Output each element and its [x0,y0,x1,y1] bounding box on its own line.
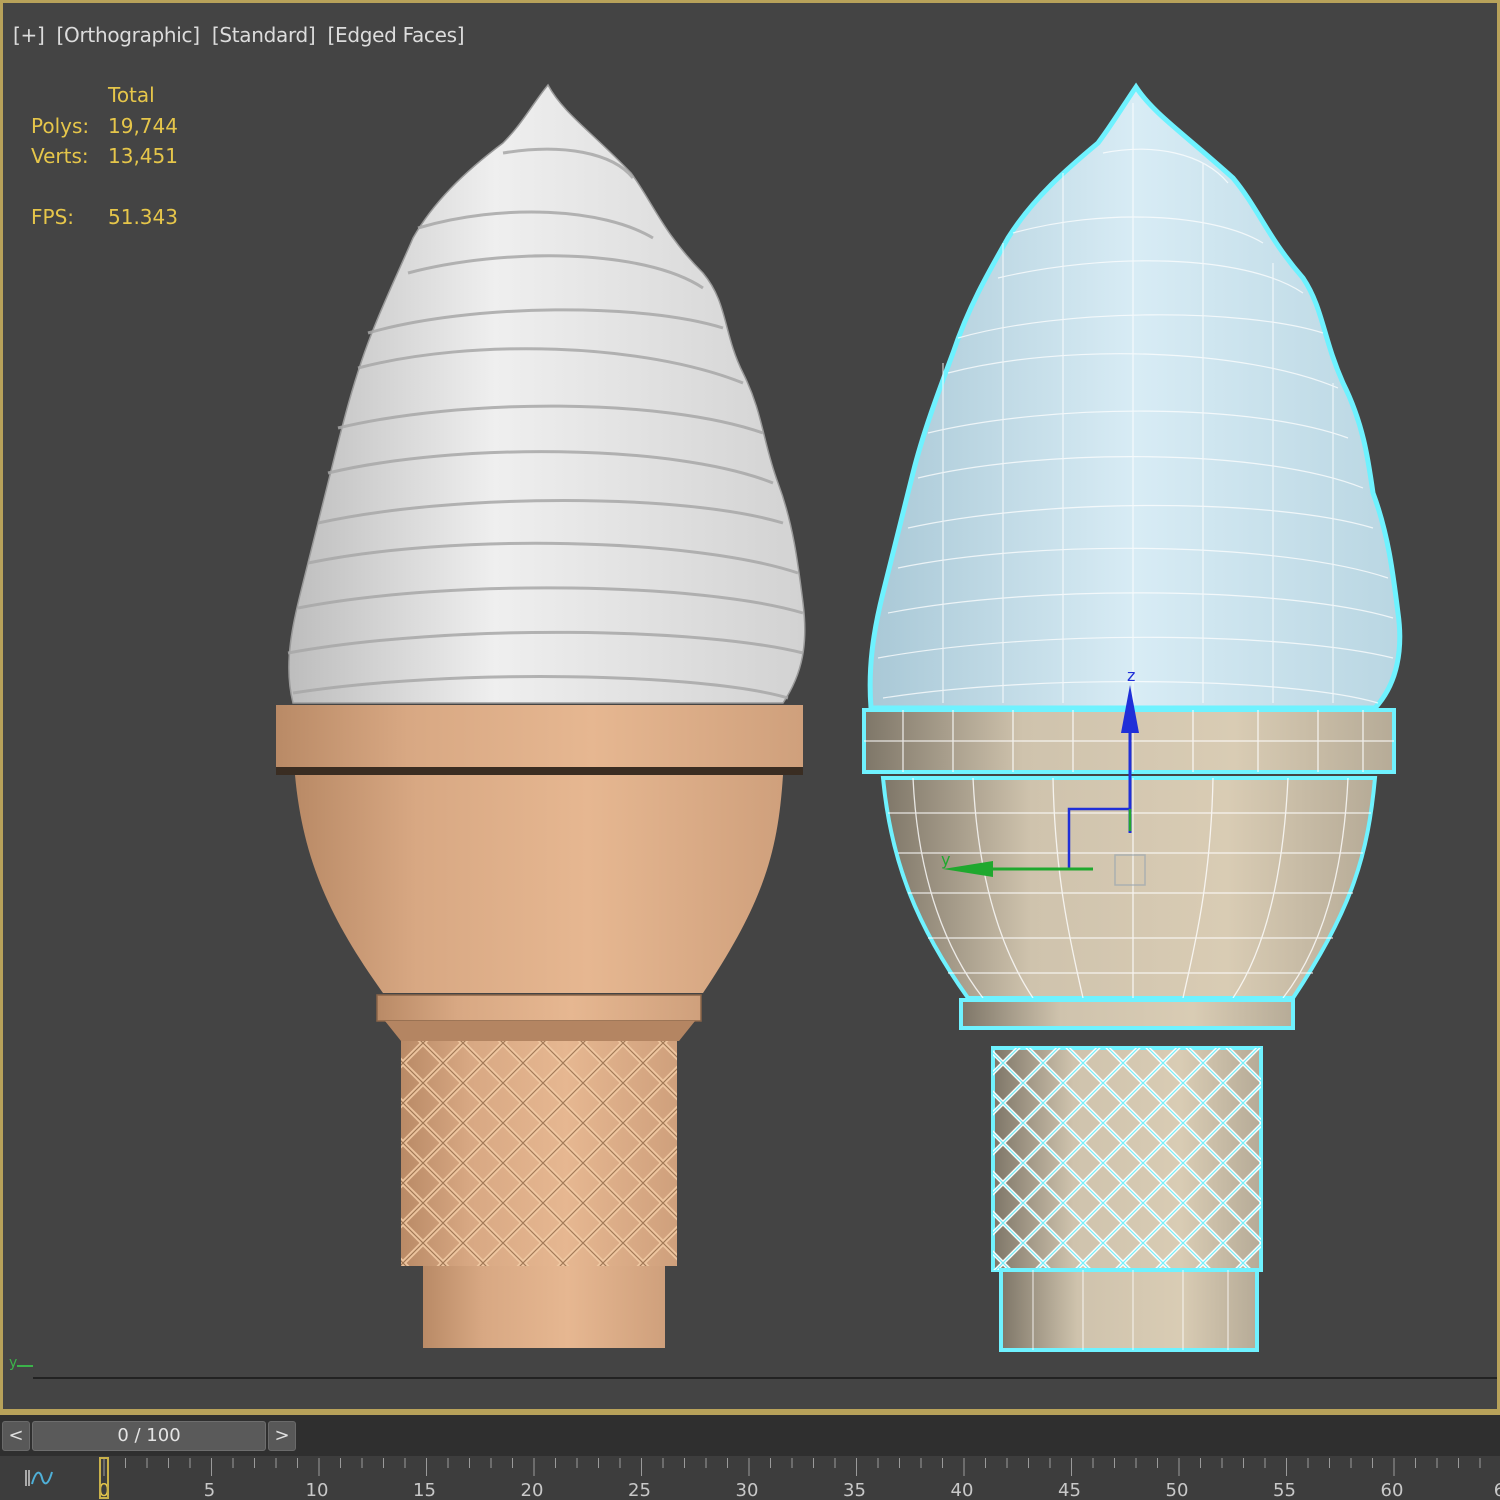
orthographic-viewport[interactable]: [+] [Orthographic] [Standard] [Edged Fac… [0,0,1500,1412]
cone-bowl-shaded [295,775,783,993]
cone-band-wireframe [959,998,1295,1030]
ruler-tick-label: 6 [1494,1480,1500,1500]
axis-tripod-label: y [9,1355,18,1371]
track-bar[interactable]: 0 5 10 15 20 25 30 35 40 45 50 55 60 6 [0,1456,1500,1500]
ruler-tick-label: 55 [1273,1480,1296,1500]
time-slider-thumb[interactable]: 0 / 100 [32,1421,266,1451]
cone-base-wireframe [999,1268,1259,1352]
ruler-tick-label: 10 [306,1480,329,1500]
ruler-tick-label: 45 [1058,1480,1081,1500]
ruler-tick-label: 25 [628,1480,651,1500]
ruler-tick-label: 40 [951,1480,974,1500]
viewport-axis-tripod: y [9,1355,34,1371]
ruler-tick-label: 5 [204,1480,215,1500]
prev-frame-button[interactable]: < [2,1421,30,1451]
ruler-tick-label: 50 [1166,1480,1189,1500]
cone-base-shaded [423,1266,665,1348]
ice-cream-model-shaded[interactable] [276,83,806,1348]
gizmo-y-label: y [941,850,950,869]
next-frame-button[interactable]: > [268,1421,296,1451]
cream-swirl-shaded [288,83,806,704]
time-slider-bar: < 0 / 100 > [0,1412,1500,1456]
ruler-tick-label: 30 [736,1480,759,1500]
scene-canvas: z y [33,82,1497,1379]
gizmo-z-label: z [1127,666,1135,685]
cone-rim-shaded [276,705,803,767]
ruler-tick-label: 35 [843,1480,866,1500]
ruler-tick-label: 15 [413,1480,436,1500]
ruler-tick-label: 60 [1381,1480,1404,1500]
track-ruler: 0 5 10 15 20 25 30 35 40 45 50 55 60 6 [98,1457,1500,1500]
cream-swirl-wireframe [867,82,1403,711]
cone-band-shaded [376,994,702,1022]
ruler-tick-label: 20 [521,1480,544,1500]
